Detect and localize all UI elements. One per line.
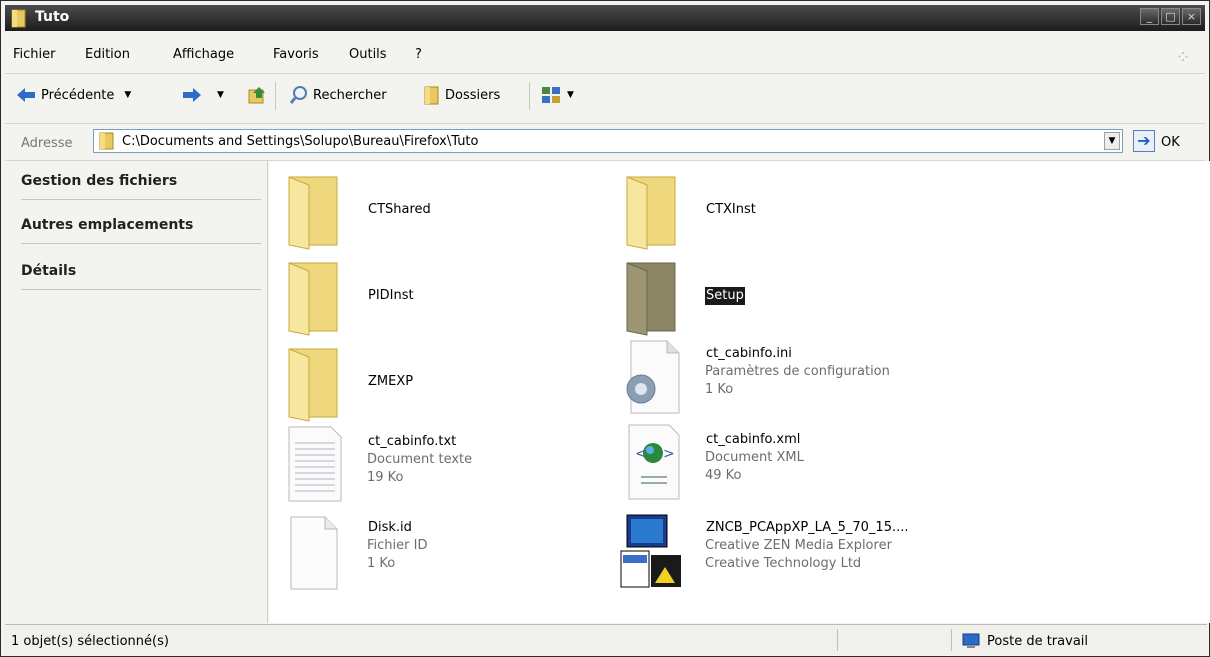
folders-button[interactable]: Dossiers xyxy=(423,84,500,106)
file-item-zmexp[interactable]: ZMEXP xyxy=(279,343,609,423)
file-size: 49 Ko xyxy=(705,468,742,483)
file-name: ct_cabinfo.txt xyxy=(368,434,457,449)
address-input[interactable]: C:\Documents and Settings\Solupo\Bureau\… xyxy=(93,129,1123,153)
file-item-ctshared[interactable]: CTShared xyxy=(279,171,609,251)
status-bar: 1 objet(s) sélectionné(s) Poste de trava… xyxy=(5,624,1207,655)
status-location-text: Poste de travail xyxy=(987,633,1089,649)
task-section-other-places[interactable]: Autres emplacements xyxy=(21,217,193,233)
forward-dropdown-icon[interactable]: ▼ xyxy=(217,90,224,100)
address-dropdown-button[interactable]: ▼ xyxy=(1104,132,1120,150)
file-size: 1 Ko xyxy=(367,556,396,571)
explorer-window: Tuto _ □ × Fichier Edition Affichage Fav… xyxy=(0,0,1210,657)
address-label: Adresse xyxy=(21,136,73,151)
up-folder-icon xyxy=(248,87,265,104)
folder-icon xyxy=(626,262,676,336)
folder-icon xyxy=(626,176,676,250)
views-button[interactable]: ▼ xyxy=(541,84,574,106)
forward-button[interactable]: ▼ xyxy=(181,84,224,106)
blank-document-icon xyxy=(290,516,338,590)
file-type: Document texte xyxy=(367,452,473,467)
back-label: Précédente xyxy=(41,87,115,103)
forward-arrow-icon xyxy=(183,88,201,102)
window-title: Tuto xyxy=(35,9,70,25)
xml-document-icon: < > xyxy=(628,424,680,500)
menu-outils[interactable]: Outils xyxy=(349,47,387,62)
back-button[interactable]: Précédente ▼ xyxy=(15,84,131,106)
folder-icon xyxy=(288,176,338,250)
file-item-ct-cabinfo-txt[interactable]: ct_cabinfo.txt Document texte 19 Ko xyxy=(279,425,609,505)
ini-settings-icon xyxy=(626,340,680,414)
task-section-details[interactable]: Détails xyxy=(21,263,76,279)
installer-app-icon xyxy=(620,514,681,588)
menu-fichier[interactable]: Fichier xyxy=(13,47,56,62)
file-type: Document XML xyxy=(705,450,804,465)
address-bar: Adresse C:\Documents and Settings\Solupo… xyxy=(5,123,1205,161)
address-path: C:\Documents and Settings\Solupo\Bureau\… xyxy=(122,134,479,149)
back-arrow-icon xyxy=(17,88,35,102)
views-dropdown-icon: ▼ xyxy=(567,90,574,100)
text-document-icon xyxy=(288,426,342,502)
folders-icon xyxy=(424,86,439,105)
minimize-button[interactable]: _ xyxy=(1140,8,1159,25)
file-type: Paramètres de configuration xyxy=(705,364,890,379)
title-bar[interactable]: Tuto _ □ × xyxy=(5,5,1205,31)
task-pane: Gestion des fichiers Autres emplacements… xyxy=(13,161,268,623)
file-list: CTShared CTXInst PIDInst Setup ZMEXP ct_… xyxy=(269,161,1210,623)
file-name: ct_cabinfo.ini xyxy=(706,346,792,361)
folder-icon xyxy=(99,132,114,150)
file-description: Creative ZEN Media Explorer xyxy=(705,538,892,553)
menu-bar: Fichier Edition Affichage Favoris Outils… xyxy=(5,43,1205,68)
back-dropdown-icon[interactable]: ▼ xyxy=(124,90,131,100)
file-item-ctxinst[interactable]: CTXInst xyxy=(617,171,947,251)
my-computer-icon xyxy=(962,633,980,648)
file-company: Creative Technology Ltd xyxy=(705,556,862,571)
file-name: PIDInst xyxy=(368,288,414,303)
search-button[interactable]: Rechercher xyxy=(289,84,387,106)
go-button[interactable]: OK xyxy=(1161,135,1180,150)
close-button[interactable]: × xyxy=(1182,8,1201,25)
menu-favoris[interactable]: Favoris xyxy=(273,47,319,62)
file-name: ct_cabinfo.xml xyxy=(706,432,801,447)
views-icon xyxy=(542,87,560,103)
file-item-ct-cabinfo-xml[interactable]: < > ct_cabinfo.xml Document XML 49 Ko xyxy=(617,423,947,503)
up-folder-button[interactable] xyxy=(247,84,267,106)
status-selection-text: 1 objet(s) sélectionné(s) xyxy=(11,634,169,649)
task-section-file-management[interactable]: Gestion des fichiers xyxy=(21,173,177,189)
file-type: Fichier ID xyxy=(367,538,428,553)
file-size: 1 Ko xyxy=(705,382,734,397)
toolbar: Précédente ▼ ▼ Rechercher Dossiers ▼ xyxy=(5,73,1205,122)
folder-icon xyxy=(288,348,338,422)
file-item-setup[interactable]: Setup xyxy=(617,257,947,337)
folders-label: Dossiers xyxy=(445,87,501,103)
search-icon xyxy=(289,86,307,104)
file-item-pidinst[interactable]: PIDInst xyxy=(279,257,609,337)
file-name: Disk.id xyxy=(368,520,412,535)
svg-text:>: > xyxy=(663,446,675,462)
file-name: ZMEXP xyxy=(368,374,414,389)
file-item-ct-cabinfo-ini[interactable]: ct_cabinfo.ini Paramètres de configurati… xyxy=(617,337,947,417)
svg-text:<: < xyxy=(635,446,647,462)
menu-edition[interactable]: Edition xyxy=(85,47,130,62)
menu-affichage[interactable]: Affichage xyxy=(173,47,234,62)
file-item-disk-id[interactable]: Disk.id Fichier ID 1 Ko xyxy=(279,511,609,591)
menu-help[interactable]: ? xyxy=(415,47,422,62)
maximize-button[interactable]: □ xyxy=(1161,8,1180,25)
folder-icon xyxy=(288,262,338,336)
search-label: Rechercher xyxy=(313,87,387,103)
file-name: CTShared xyxy=(368,202,431,217)
file-size: 19 Ko xyxy=(367,470,404,485)
file-name: CTXInst xyxy=(706,202,756,217)
folder-icon xyxy=(11,9,26,28)
file-item-zncb-installer[interactable]: ZNCB_PCAppXP_LA_5_70_15.... Creative ZEN… xyxy=(617,511,947,591)
file-name: Setup xyxy=(705,287,745,305)
go-arrow-icon[interactable]: ➔ xyxy=(1133,130,1155,152)
file-name: ZNCB_PCAppXP_LA_5_70_15.... xyxy=(706,520,909,535)
